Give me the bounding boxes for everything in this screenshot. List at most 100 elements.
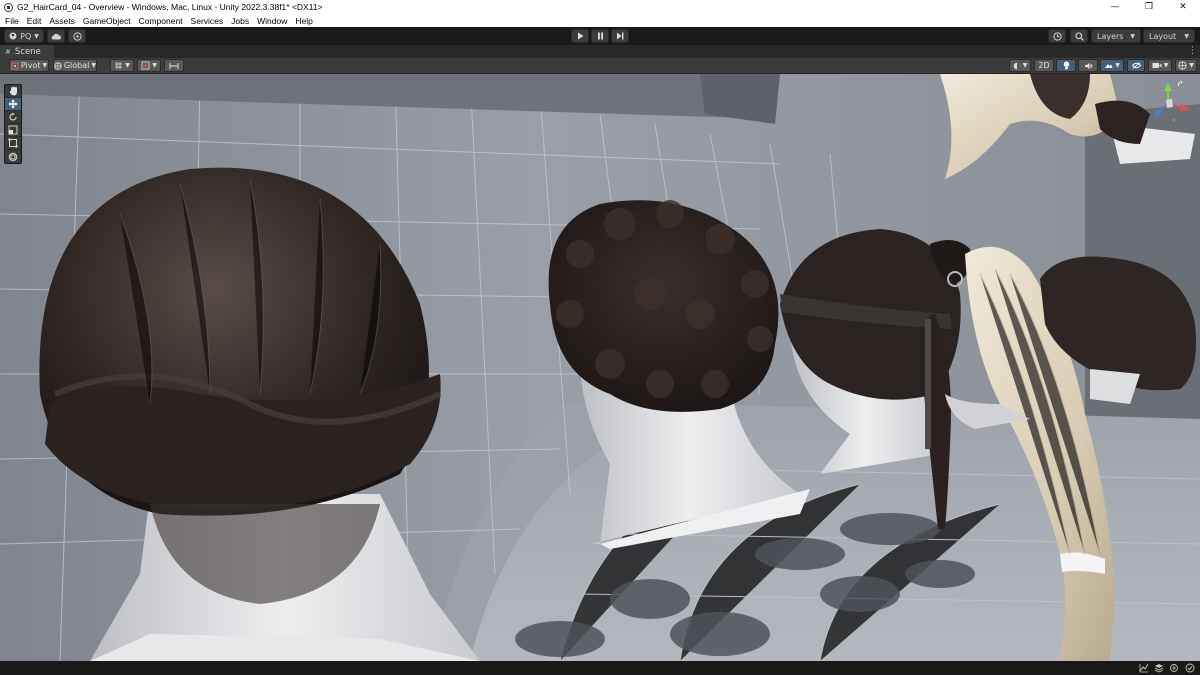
window-controls: — ❐ ✕ [1098, 0, 1200, 14]
chevron-down-icon: ▼ [42, 62, 48, 69]
chevron-down-icon: ▼ [34, 32, 39, 40]
pause-icon [597, 32, 603, 40]
scene-viewport[interactable] [0, 74, 1200, 661]
layout-label: Layout [1149, 31, 1177, 41]
chevron-down-icon: ▼ [1115, 62, 1120, 69]
menu-help[interactable]: Help [291, 16, 316, 26]
close-button[interactable]: ✕ [1166, 0, 1200, 14]
scene-toolbar: Pivot ▼ Global ▼ ▼ ▼ ▼ 2D ▼ ▼ ▼ [0, 58, 1200, 74]
move-icon [8, 99, 18, 109]
more-options-icon[interactable]: ⋮ [1188, 46, 1197, 56]
increment-snap-button[interactable] [164, 59, 184, 72]
scale-tool-button[interactable] [5, 124, 21, 137]
scene-render [0, 74, 1200, 661]
global-dropdown[interactable]: Global ▼ [53, 59, 97, 72]
gizmos-icon [1178, 61, 1187, 70]
scene-tab-bar: # Scene ⋮ [0, 45, 1200, 58]
light-bulb-icon [1063, 61, 1069, 70]
cloud-button[interactable] [47, 29, 65, 43]
chevron-down-icon: ▼ [1130, 32, 1135, 40]
minimize-button[interactable]: — [1098, 0, 1132, 14]
collab-button[interactable] [68, 29, 86, 43]
chevron-down-icon: ▼ [1163, 62, 1169, 69]
menu-edit[interactable]: Edit [23, 16, 46, 26]
camera-icon [1152, 63, 1162, 68]
chevron-down-icon: ▼ [125, 62, 130, 69]
gizmos-dropdown[interactable]: ▼ [1175, 59, 1197, 72]
chevron-down-icon: ▼ [152, 62, 157, 69]
menu-assets[interactable]: Assets [45, 16, 79, 26]
rect-transform-icon [8, 138, 18, 148]
history-button[interactable] [1048, 29, 1066, 43]
scale-icon [8, 125, 18, 135]
menu-jobs[interactable]: Jobs [227, 16, 253, 26]
toggle-2d-button[interactable]: 2D [1034, 59, 1054, 72]
pivot-dropdown[interactable]: Pivot ▼ [9, 59, 49, 72]
layout-dropdown[interactable]: Layout ▼ [1143, 29, 1195, 43]
effects-dropdown[interactable]: ▼ [1100, 59, 1124, 72]
tab-scene[interactable]: # Scene [0, 45, 54, 58]
cache-server-icon[interactable] [1154, 663, 1164, 673]
hand-icon [9, 86, 17, 96]
search-icon [1074, 31, 1084, 41]
camera-settings-dropdown[interactable]: ▼ [1148, 59, 1172, 72]
rect-tool-button[interactable] [5, 137, 21, 150]
orientation-gizmo[interactable] [1148, 78, 1196, 126]
performance-icon[interactable] [1139, 663, 1149, 673]
pivot-label: Pivot [20, 61, 41, 70]
account-icon [9, 32, 17, 40]
lock-icon [1180, 80, 1183, 84]
checkmark-icon[interactable] [1185, 663, 1195, 673]
chevron-down-icon: ▼ [1022, 62, 1028, 69]
hand-tool-button[interactable] [5, 85, 21, 98]
rotate-icon [9, 112, 17, 121]
menu-file[interactable]: File [1, 16, 23, 26]
menu-services[interactable]: Services [187, 16, 228, 26]
hidden-objects-toggle[interactable] [1127, 59, 1145, 72]
audio-toggle[interactable] [1078, 59, 1098, 72]
maximize-button[interactable]: ❐ [1132, 0, 1166, 14]
chevron-down-icon: ▼ [1184, 32, 1189, 40]
grid-snapping-toggle[interactable]: ▼ [110, 59, 134, 72]
scene-tab-icon: # [5, 47, 11, 56]
account-dropdown[interactable]: PQ ▼ [4, 29, 44, 43]
unity-app-icon [4, 2, 13, 12]
move-tool-button[interactable] [5, 98, 21, 111]
history-icon [1052, 31, 1062, 41]
draw-mode-dropdown[interactable]: ▼ [1009, 59, 1031, 72]
collab-icon [72, 31, 82, 41]
globe-icon [54, 61, 62, 70]
eye-crossed-icon [1131, 62, 1141, 69]
step-icon [617, 32, 624, 40]
menu-gameobject[interactable]: GameObject [79, 16, 135, 26]
menu-component[interactable]: Component [135, 16, 187, 26]
chevron-down-icon: ▼ [91, 62, 96, 69]
status-bar [0, 661, 1200, 675]
layers-label: Layers [1097, 31, 1124, 41]
tool-palette [4, 84, 22, 164]
debug-mode-icon[interactable] [1169, 663, 1179, 673]
step-button[interactable] [611, 29, 629, 43]
effects-icon [1105, 63, 1113, 68]
audio-mute-icon [1084, 62, 1093, 69]
transform-icon [8, 152, 18, 161]
window-title-bar: G2_HairCard_04 - Overview - Windows, Mac… [0, 0, 1200, 14]
global-label: Global [63, 61, 90, 70]
menu-window[interactable]: Window [253, 16, 291, 26]
scene-tab-label: Scene [14, 46, 41, 57]
search-button[interactable] [1070, 29, 1088, 43]
layers-dropdown[interactable]: Layers ▼ [1091, 29, 1141, 43]
grid-icon [115, 62, 123, 69]
transform-tool-button[interactable] [5, 150, 21, 163]
menu-bar: File Edit Assets GameObject Component Se… [0, 14, 1200, 27]
rotate-tool-button[interactable] [5, 111, 21, 124]
pause-button[interactable] [591, 29, 609, 43]
account-label: PQ [20, 31, 32, 41]
main-toolbar: PQ ▼ Layers ▼ Layout ▼ [0, 27, 1200, 45]
snap-increment-dropdown[interactable]: ▼ [137, 59, 161, 72]
play-icon [577, 32, 583, 40]
cloud-icon [51, 33, 61, 39]
play-button[interactable] [571, 29, 589, 43]
lighting-toggle[interactable] [1056, 59, 1076, 72]
window-title: G2_HairCard_04 - Overview - Windows, Mac… [17, 2, 323, 12]
